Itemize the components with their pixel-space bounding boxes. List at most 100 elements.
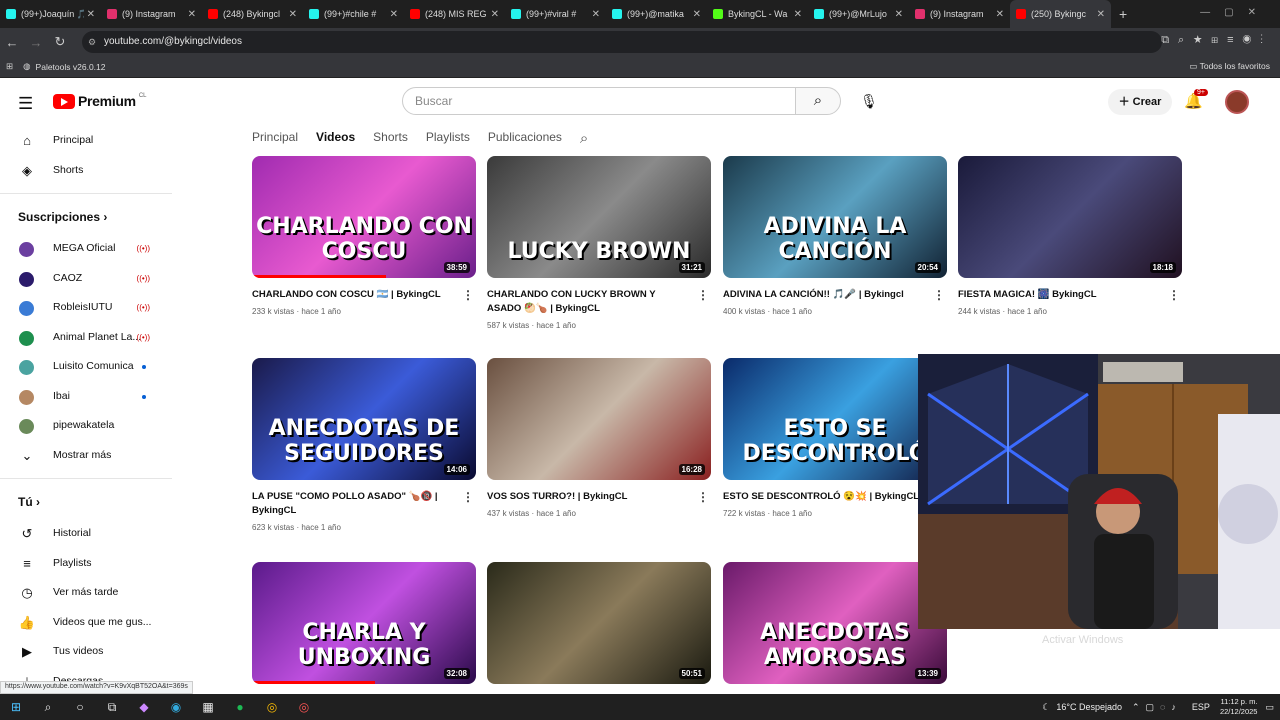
- video-card[interactable]: ANECDOTAS DE SEGUIDORES 14:06 LA PUSE "COM…: [252, 358, 476, 532]
- edge-icon[interactable]: ◉: [160, 700, 192, 714]
- watch-progress-bar: [252, 275, 387, 278]
- video-thumbnail[interactable]: 16:28: [487, 358, 711, 480]
- video-card[interactable]: 18:18 FIESTA MAGICA! 🎆 BykingCL ⋮ 244 k vis…: [958, 156, 1182, 316]
- close-icon[interactable]: ✕: [1097, 9, 1105, 20]
- apps-icon[interactable]: ⊞: [6, 61, 13, 72]
- new-tab-icon[interactable]: +: [1119, 6, 1127, 22]
- close-icon[interactable]: ✕: [87, 9, 95, 20]
- video-thumbnail[interactable]: CHARLANDO CON COSCU 38:59: [252, 156, 476, 278]
- close-icon[interactable]: ✕: [895, 9, 903, 20]
- video-thumbnail[interactable]: ESTO SE DESCONTROLÓ: [723, 358, 947, 480]
- video-title[interactable]: CHARLANDO CON COSCU 🇦🇷 | BykingCL ⋮: [252, 288, 476, 302]
- video-thumbnail[interactable]: ANECDOTAS DE SEGUIDORES 14:06: [252, 358, 476, 480]
- video-card[interactable]: ESTO SE DESCONTROLÓ ESTO SE DESCONTROLÓ 😵…: [723, 358, 947, 518]
- tab-favicon-icon: [915, 9, 925, 19]
- duration-badge: 18:18: [1149, 262, 1176, 273]
- close-icon[interactable]: ✕: [996, 9, 1004, 20]
- bookmark-paletools[interactable]: ◍ Paletools v26.0.12: [23, 61, 105, 72]
- video-card[interactable]: 50:51: [487, 562, 711, 684]
- video-title[interactable]: CHARLANDO CON LUCKY BROWN Y ASADO 🥙🍗 | B…: [487, 288, 711, 316]
- video-title[interactable]: ESTO SE DESCONTROLÓ 😵💥 | BykingCL⋮: [723, 490, 947, 504]
- notification-center-icon[interactable]: ▭: [1265, 702, 1274, 713]
- all-favorites[interactable]: ▭ Todos los favoritos: [1189, 61, 1270, 72]
- video-title[interactable]: ADIVINA LA CANCIÓN!! 🎵🎤 | Bykingcl ⋮: [723, 288, 947, 302]
- close-icon[interactable]: ✕: [289, 9, 297, 20]
- video-meta: 722 k vistas · hace 1 año: [723, 509, 812, 518]
- tab-favicon-icon: [612, 9, 622, 19]
- bookmarks-bar: ⊞ ◍ Paletools v26.0.12 ▭ Todos los favori…: [0, 56, 1280, 78]
- close-icon[interactable]: ✕: [491, 9, 499, 20]
- tray-icons[interactable]: ⌃▢◌♪: [1132, 702, 1182, 713]
- video-card[interactable]: ANECDOTAS AMOROSAS 13:39: [723, 562, 947, 684]
- webcam-overlay: [918, 354, 1280, 629]
- reload-icon[interactable]: ↻: [48, 34, 72, 50]
- browser-tab[interactable]: (99+)@MrLujo ✕: [808, 0, 909, 28]
- clock[interactable]: 11:12 p. m. 22/12/2025: [1220, 697, 1258, 717]
- tab-title: (99+)#chile #: [324, 9, 377, 19]
- close-icon[interactable]: ✕: [592, 9, 600, 20]
- close-icon[interactable]: ✕: [693, 9, 701, 20]
- tab-title: (99+)#viral #: [526, 9, 577, 19]
- tab-favicon-icon: [6, 9, 16, 19]
- cortana-icon[interactable]: ○: [64, 700, 96, 714]
- browser-tab[interactable]: (99+)Joaquín 🎵 ✕: [0, 0, 101, 28]
- browser-tab[interactable]: (99+)#viral # ✕: [505, 0, 606, 28]
- windows-start-icon[interactable]: ⊞: [0, 700, 32, 714]
- tab-favicon-icon: [208, 9, 218, 19]
- video-title[interactable]: FIESTA MAGICA! 🎆 BykingCL ⋮: [958, 288, 1182, 302]
- spotify-icon[interactable]: ●: [224, 700, 256, 714]
- browser-tab[interactable]: BykingCL - Wa ✕: [707, 0, 808, 28]
- more-options-icon[interactable]: ⋮: [697, 490, 709, 504]
- video-thumbnail[interactable]: LUCKY BROWN 31:21: [487, 156, 711, 278]
- url-field[interactable]: ⚙ youtube.com/@bykingcl/videos: [82, 31, 1162, 53]
- clock-time: 11:12 p. m.: [1220, 697, 1258, 706]
- browser-tab[interactable]: (99+)@matika ✕: [606, 0, 707, 28]
- video-thumbnail[interactable]: 18:18: [958, 156, 1182, 278]
- close-icon[interactable]: ✕: [188, 9, 196, 20]
- task-view-icon[interactable]: ⧉: [96, 700, 128, 715]
- toolbar-icons[interactable]: ⧉⌕★⊞≡◉⋮: [1161, 34, 1272, 47]
- windows-activation-watermark: Activar Windows: [1042, 634, 1124, 646]
- site-info-icon[interactable]: ⚙: [88, 31, 96, 53]
- video-card[interactable]: CHARLA Y UNBOXING 32:08: [252, 562, 476, 684]
- browser-tab[interactable]: (248) MIS REG ✕: [404, 0, 505, 28]
- close-icon[interactable]: ✕: [390, 9, 398, 20]
- browser-tab[interactable]: (248) Bykingcl ✕: [202, 0, 303, 28]
- more-options-icon[interactable]: ⋮: [933, 288, 945, 302]
- clock-date: 22/12/2025: [1219, 707, 1258, 716]
- video-card[interactable]: CHARLANDO CON COSCU 38:59 CHARLANDO CON CO…: [252, 156, 476, 316]
- video-thumbnail[interactable]: ANECDOTAS AMOROSAS 13:39: [723, 562, 947, 684]
- browser-tab[interactable]: (99+)#chile # ✕: [303, 0, 404, 28]
- video-card[interactable]: 16:28 VOS SOS TURRO?! | BykingCL ⋮ 437 k vi…: [487, 358, 711, 518]
- copilot-icon[interactable]: ◆: [128, 700, 160, 714]
- chrome-icon[interactable]: ◎: [256, 700, 288, 714]
- video-thumbnail[interactable]: ADIVINA LA CANCIÓN 20:54: [723, 156, 947, 278]
- more-options-icon[interactable]: ⋮: [462, 288, 474, 302]
- video-thumbnail[interactable]: 50:51: [487, 562, 711, 684]
- video-thumbnail[interactable]: CHARLA Y UNBOXING 32:08: [252, 562, 476, 684]
- tab-title: (248) MIS REG: [425, 9, 487, 19]
- store-icon[interactable]: ▦: [192, 700, 224, 714]
- video-title[interactable]: LA PUSE "COMO POLLO ASADO" 🍗🔞 | BykingCL…: [252, 490, 476, 518]
- window-controls[interactable]: —▢✕: [1200, 7, 1270, 18]
- thumbnail-text: ANECDOTAS DE SEGUIDORES: [268, 416, 460, 466]
- video-card[interactable]: ADIVINA LA CANCIÓN 20:54 ADIVINA LA CANCIÓ…: [723, 156, 947, 316]
- system-tray: ☾ 16°C Despejado ⌃▢◌♪ ESP 11:12 p. m. 22…: [1042, 694, 1274, 720]
- browser-tab[interactable]: (9) Instagram ✕: [909, 0, 1010, 28]
- search-taskbar-icon[interactable]: ⌕: [32, 700, 64, 715]
- browser-tab[interactable]: (9) Instagram ✕: [101, 0, 202, 28]
- video-title[interactable]: VOS SOS TURRO?! | BykingCL ⋮: [487, 490, 711, 504]
- close-icon[interactable]: ✕: [794, 9, 802, 20]
- more-options-icon[interactable]: ⋮: [1168, 288, 1180, 302]
- tab-title: (9) Instagram: [930, 9, 984, 19]
- obs-icon[interactable]: ◎: [288, 700, 320, 714]
- thumbnail-text: CHARLA Y UNBOXING: [297, 620, 431, 670]
- forward-icon[interactable]: →: [24, 35, 48, 50]
- more-options-icon[interactable]: ⋮: [462, 490, 474, 504]
- language-indicator[interactable]: ESP: [1192, 702, 1210, 712]
- browser-tab[interactable]: (250) Bykingc ✕: [1010, 0, 1111, 28]
- more-options-icon[interactable]: ⋮: [697, 288, 709, 302]
- weather-text[interactable]: 16°C Despejado: [1056, 702, 1122, 712]
- video-card[interactable]: LUCKY BROWN 31:21 CHARLANDO CON LUCKY BROW…: [487, 156, 711, 330]
- back-icon[interactable]: ←: [0, 35, 24, 50]
